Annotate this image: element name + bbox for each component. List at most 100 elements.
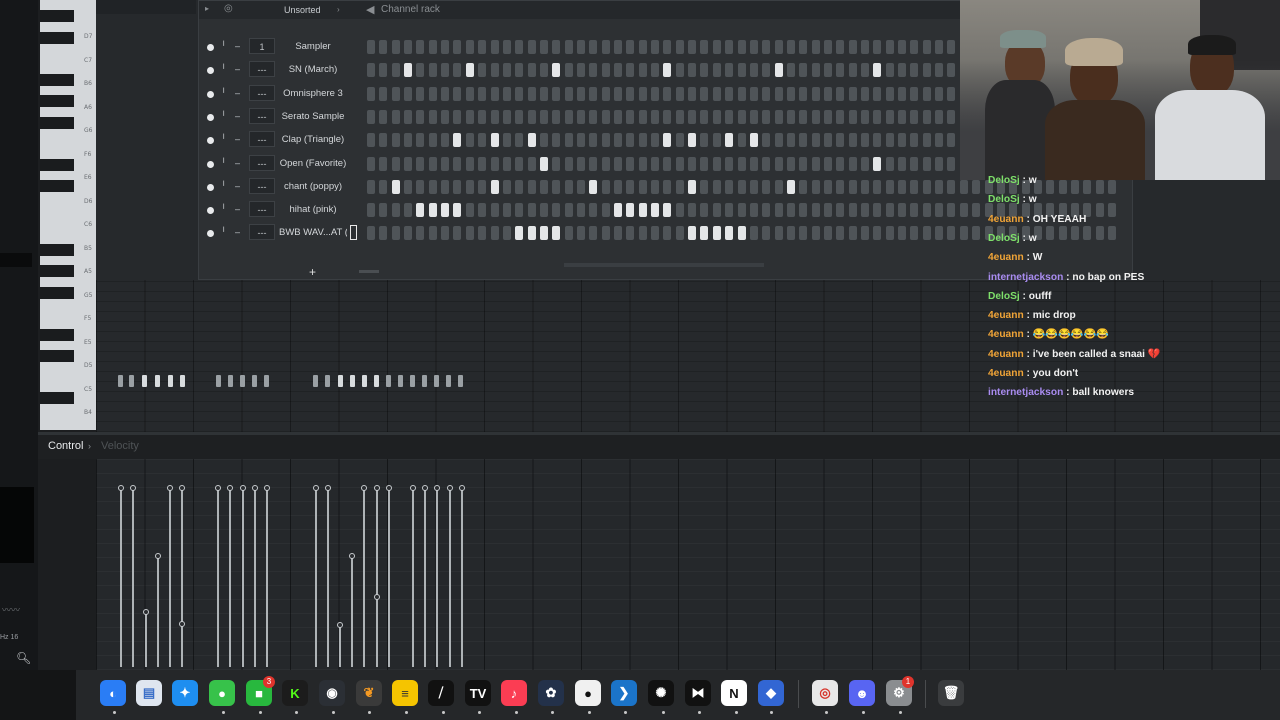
step-button[interactable] <box>799 203 808 218</box>
channel-name-button[interactable]: Clap (Triangle) <box>279 130 347 150</box>
step-button[interactable] <box>688 86 697 101</box>
step-button[interactable] <box>576 133 585 148</box>
step-button[interactable] <box>367 133 375 148</box>
step-button[interactable] <box>873 86 882 101</box>
step-button[interactable] <box>774 40 783 54</box>
step-button[interactable] <box>478 179 487 194</box>
step-button[interactable] <box>601 203 610 218</box>
step-button[interactable] <box>589 226 598 241</box>
step-button[interactable] <box>576 156 585 171</box>
step-button[interactable] <box>515 179 524 194</box>
step-button[interactable] <box>638 63 647 78</box>
step-button[interactable] <box>478 156 487 171</box>
step-button[interactable] <box>935 156 944 171</box>
velocity-handle[interactable] <box>130 485 136 491</box>
step-button[interactable] <box>898 133 907 148</box>
step-button[interactable] <box>762 203 771 218</box>
step-button[interactable] <box>885 203 894 218</box>
step-button[interactable] <box>675 63 684 78</box>
step-button[interactable] <box>441 40 450 54</box>
step-button[interactable] <box>675 40 684 54</box>
step-button[interactable] <box>539 226 548 241</box>
step-button[interactable] <box>688 63 697 78</box>
piano-roll-note[interactable] <box>374 375 379 387</box>
step-button[interactable] <box>823 133 832 148</box>
step-button[interactable] <box>428 226 437 241</box>
step-button[interactable] <box>576 86 585 101</box>
discord-icon[interactable]: ☻ <box>849 680 875 706</box>
step-button[interactable] <box>515 203 524 218</box>
step-button[interactable] <box>465 109 474 124</box>
step-button[interactable] <box>688 109 697 124</box>
step-button[interactable] <box>404 226 413 241</box>
pan-knob[interactable]: ╵ <box>221 41 226 52</box>
piano-roll-note[interactable] <box>362 375 367 387</box>
step-button[interactable] <box>539 63 548 78</box>
mixer-track-number[interactable]: --- <box>249 224 275 241</box>
step-button[interactable] <box>823 226 832 241</box>
messages-icon[interactable]: ● <box>209 680 235 706</box>
step-button[interactable] <box>700 133 709 148</box>
piano-roll-note[interactable] <box>458 375 463 387</box>
mixer-track-number[interactable]: --- <box>249 61 275 78</box>
step-button[interactable] <box>873 203 882 218</box>
step-button[interactable] <box>848 109 857 124</box>
step-button[interactable] <box>972 179 981 194</box>
step-button[interactable] <box>453 40 462 54</box>
step-button[interactable] <box>848 40 857 54</box>
piano-roll-note[interactable] <box>216 375 221 387</box>
step-button[interactable] <box>799 86 808 101</box>
step-button[interactable] <box>379 179 388 194</box>
step-button[interactable] <box>947 40 956 54</box>
velocity-bar[interactable] <box>266 488 268 667</box>
mixer-track-number[interactable]: --- <box>249 131 275 148</box>
step-button[interactable] <box>898 156 907 171</box>
step-button[interactable] <box>564 40 573 54</box>
black-key[interactable] <box>40 392 74 404</box>
step-button[interactable] <box>663 86 672 101</box>
step-button[interactable] <box>626 133 635 148</box>
velocity-handle[interactable] <box>361 485 367 491</box>
step-button[interactable] <box>799 40 808 54</box>
velocity-bar[interactable] <box>242 488 244 667</box>
step-button[interactable] <box>490 156 499 171</box>
mixer-track-number[interactable]: --- <box>249 84 275 101</box>
step-button[interactable] <box>700 226 709 241</box>
step-button[interactable] <box>490 40 499 54</box>
velocity-handle[interactable] <box>447 485 453 491</box>
step-button[interactable] <box>688 179 697 194</box>
channel-name-button[interactable]: Open (Favorite) <box>279 154 347 174</box>
step-button[interactable] <box>441 109 450 124</box>
capcut-icon[interactable]: ⧸ <box>428 680 454 706</box>
black-key[interactable] <box>40 159 74 171</box>
step-button[interactable] <box>688 133 697 148</box>
step-button[interactable] <box>811 203 820 218</box>
step-button[interactable] <box>910 226 919 241</box>
step-button[interactable] <box>836 40 845 54</box>
step-button[interactable] <box>502 40 511 54</box>
step-button[interactable] <box>922 63 931 78</box>
step-button[interactable] <box>626 203 635 218</box>
step-button[interactable] <box>749 203 758 218</box>
velocity-bar[interactable] <box>229 488 231 667</box>
step-button[interactable] <box>848 226 857 241</box>
volume-knob[interactable]: – <box>235 204 240 214</box>
step-button[interactable] <box>712 63 721 78</box>
step-button[interactable] <box>762 179 771 194</box>
velocity-bar[interactable] <box>339 625 341 667</box>
step-button[interactable] <box>453 179 462 194</box>
step-button[interactable] <box>453 63 462 78</box>
step-button[interactable] <box>799 226 808 241</box>
step-button[interactable] <box>663 63 672 78</box>
channel-name-button[interactable]: SN (March) <box>279 60 347 80</box>
step-button[interactable] <box>823 109 832 124</box>
step-button[interactable] <box>972 203 981 218</box>
step-button[interactable] <box>601 63 610 78</box>
browser-selected-item[interactable] <box>0 253 32 267</box>
step-button[interactable] <box>638 226 647 241</box>
step-button[interactable] <box>601 226 610 241</box>
step-button[interactable] <box>502 156 511 171</box>
step-button[interactable] <box>379 86 388 101</box>
step-button[interactable] <box>749 133 758 148</box>
velocity-bar[interactable] <box>315 488 317 667</box>
